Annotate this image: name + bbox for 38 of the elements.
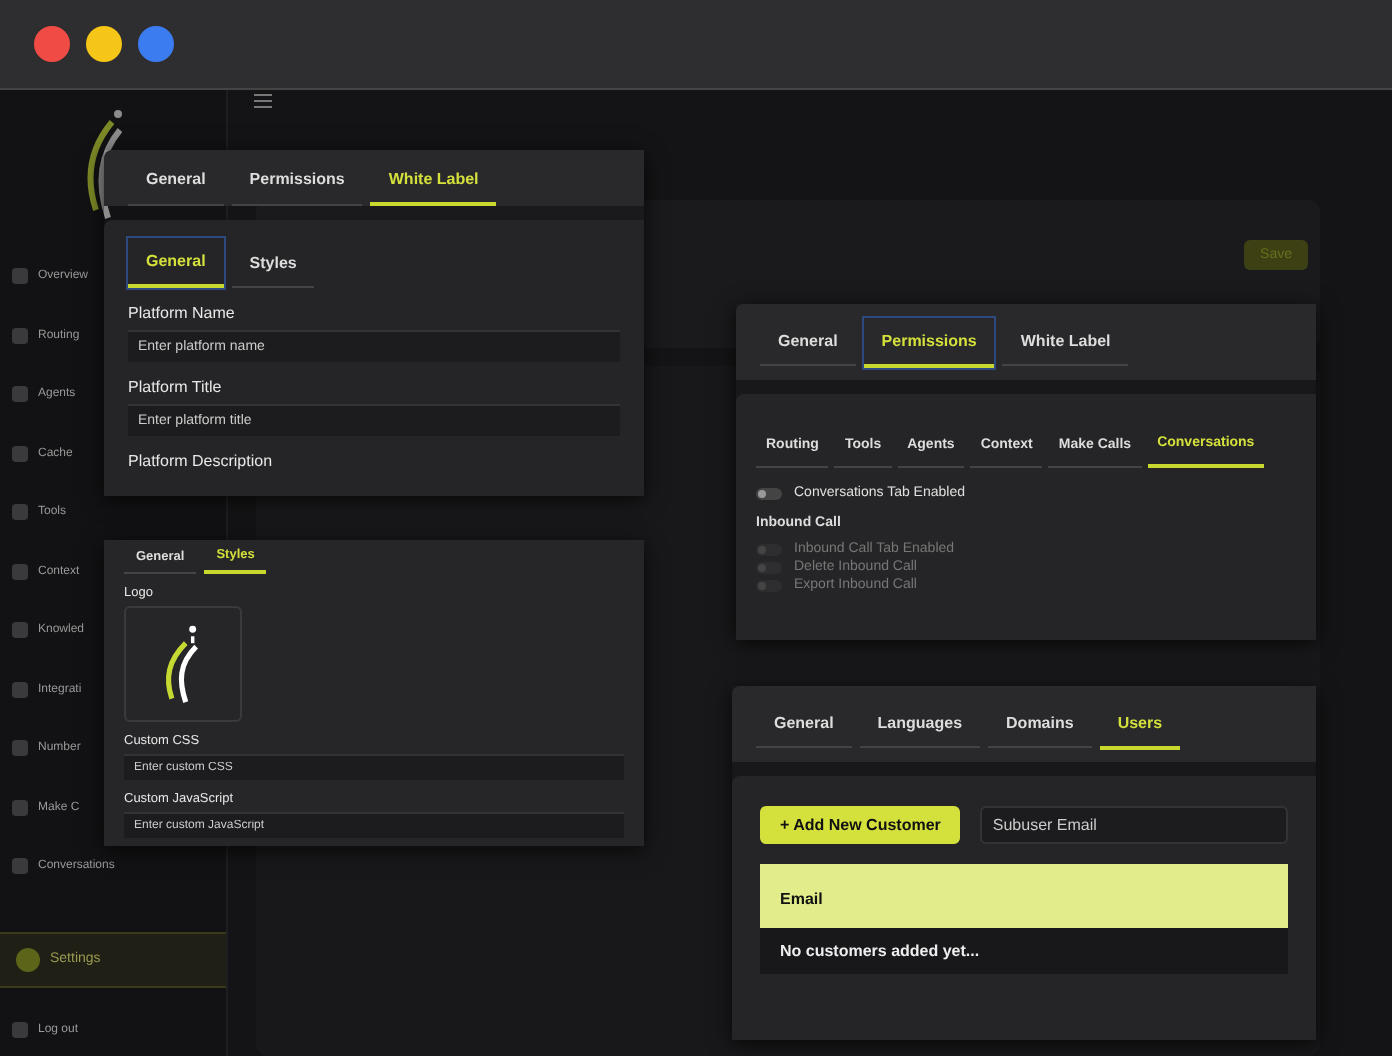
square-icon [12,445,28,461]
square-icon [12,563,28,579]
search-field[interactable]: Subuser Email [980,806,1288,844]
square-icon [12,268,28,284]
tab[interactable]: Permissions [863,317,995,367]
square-icon [12,858,28,874]
window-control[interactable] [86,26,122,62]
tab[interactable]: White Label [1002,318,1129,366]
add-customer-button[interactable]: + Add New Customer [760,806,961,844]
window-control[interactable] [138,26,174,62]
tab[interactable]: General [128,150,224,206]
field-label: Platform Description [128,452,273,470]
circle-icon [16,947,40,971]
menu-icon[interactable] [254,94,272,108]
tab[interactable]: Permissions [231,150,363,206]
square-icon [12,681,28,697]
square-icon [12,504,28,520]
tab[interactable]: General [128,238,224,288]
square-icon [12,622,28,638]
tab[interactable]: Styles [231,238,315,288]
square-icon [12,386,28,402]
tab[interactable]: General [760,318,856,366]
square-icon [12,799,28,815]
field-label: Platform Name [128,304,235,322]
tab[interactable]: Domains [988,700,1092,748]
tab[interactable]: White Label [370,150,497,206]
tab[interactable]: Users [1099,699,1181,749]
field-label: Platform Title [128,378,222,396]
toggle-switch[interactable] [756,487,782,499]
column-header: Email [780,890,823,908]
logo-upload-box[interactable] [124,606,242,722]
window-control[interactable] [34,26,70,62]
tab[interactable]: General [756,700,852,748]
square-icon [12,740,28,756]
square-icon [12,1022,28,1038]
square-icon [12,327,28,343]
tab[interactable]: Languages [859,700,981,748]
empty-table-message: No customers added yet... [760,928,1288,974]
